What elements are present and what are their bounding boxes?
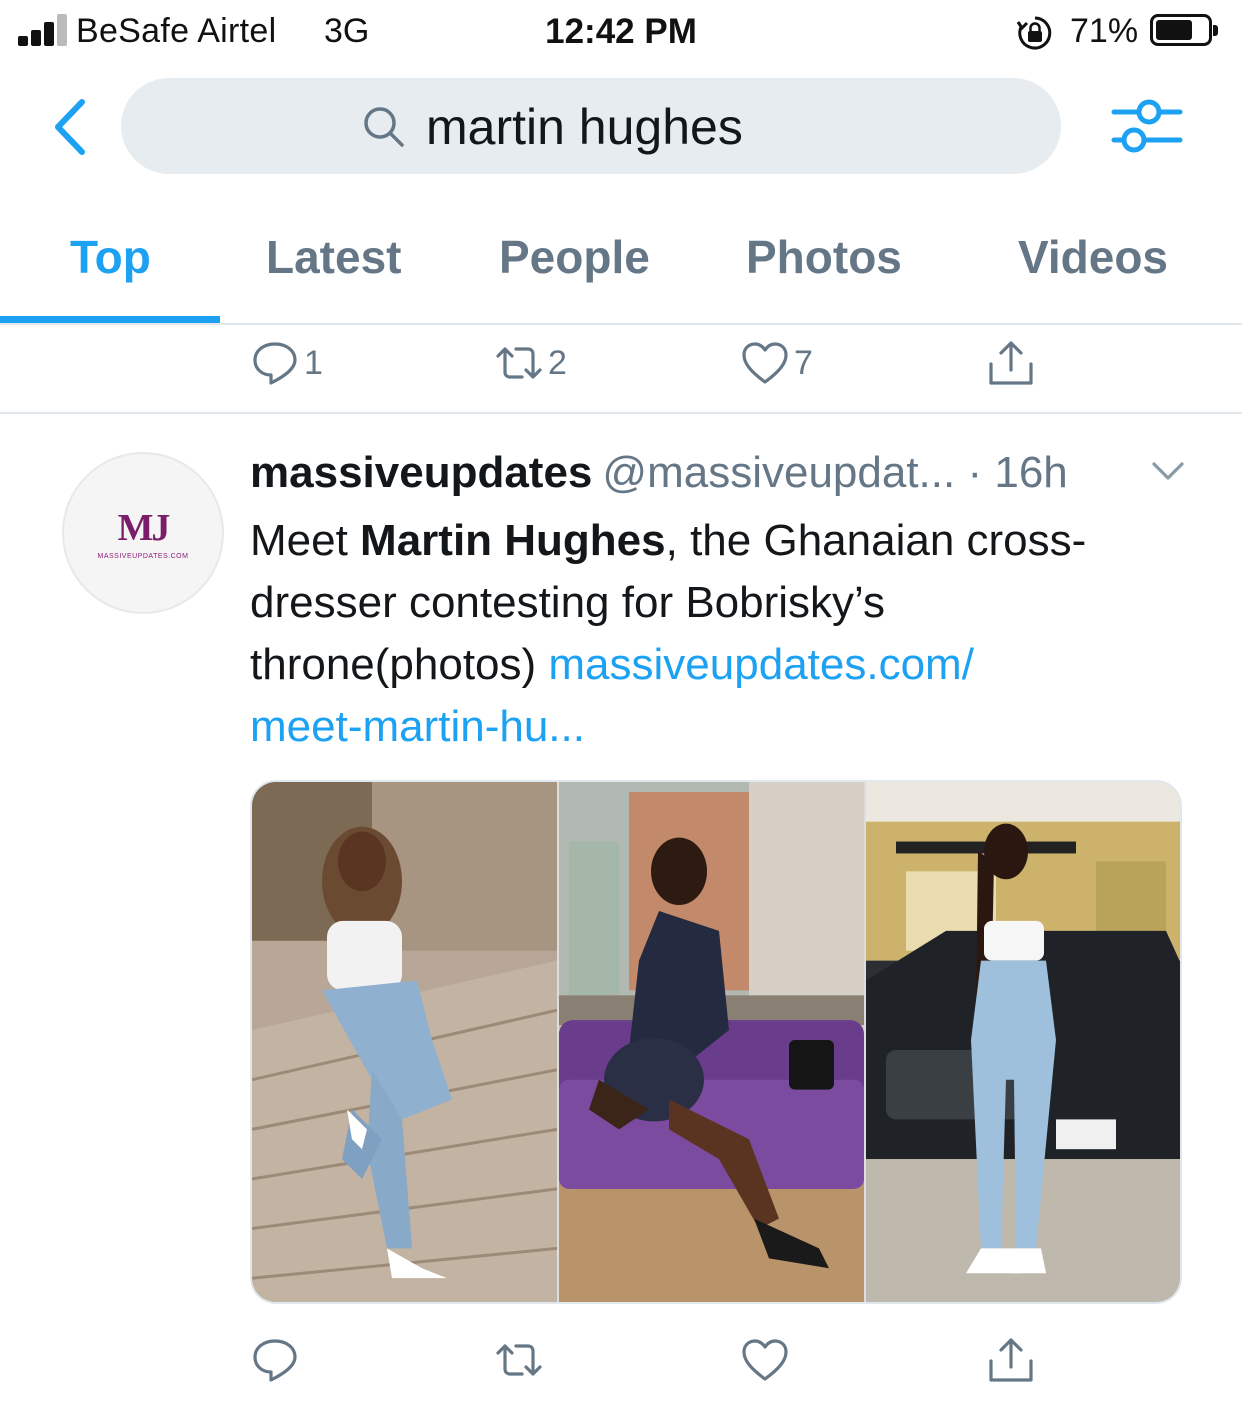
share-button[interactable] [986,1330,1036,1390]
search-input[interactable] [426,98,986,156]
tweet-header: massiveupdates @massiveupdat... · 16h [250,448,1068,498]
battery-percent: 71% [1070,12,1139,50]
tab-top[interactable]: Top [70,230,151,284]
reply-count: 1 [304,343,323,382]
user-handle[interactable]: @massiveupdat... [602,448,955,497]
display-name[interactable]: massiveupdates [250,448,592,497]
tweet-photo-1[interactable] [252,782,557,1302]
reply-button[interactable] [250,1330,300,1390]
retweet-icon [496,1344,542,1376]
tweet-media-grid [250,780,1182,1304]
search-icon [364,107,404,147]
share-icon [989,1338,1033,1382]
reply-icon [253,1339,297,1382]
battery-icon [1150,14,1218,46]
like-count: 7 [794,343,813,382]
chevron-down-icon[interactable] [1148,456,1188,486]
retweet-count: 2 [548,343,567,382]
reply-button[interactable]: 1 [250,333,323,393]
heart-icon [742,1339,788,1381]
avatar-logo: MJ [117,507,171,549]
clock: 12:42 PM [545,12,697,51]
tab-people[interactable]: People [499,230,650,284]
reply-icon [253,342,297,385]
retweet-button[interactable]: 2 [494,333,567,393]
tweet-text: Meet Martin Hughes, the Ghanaian cross-d… [250,510,1150,758]
tweet-text-bold: Martin Hughes [360,516,666,565]
share-button[interactable] [986,333,1036,393]
tab-videos[interactable]: Videos [1018,230,1168,284]
avatar-subtext: MASSIVEUPDATES.COM [97,553,189,560]
tweet-text-start: Meet [250,516,361,565]
separator-dot: · [955,448,995,497]
tab-photos[interactable]: Photos [746,230,902,284]
tab-latest[interactable]: Latest [266,230,401,284]
tweet-photo-2[interactable] [559,782,864,1302]
previous-tweet-actions: 1 2 7 [0,333,1242,413]
rotation-lock-icon [1016,16,1052,50]
tweet-actions [0,1330,1242,1410]
tweet-link-part2: meet-martin-hu... [250,702,585,751]
retweet-button[interactable] [494,1330,544,1390]
heart-icon [742,342,788,384]
avatar[interactable]: MJ MASSIVEUPDATES.COM [62,452,224,614]
tweet-photo-3[interactable] [866,782,1180,1302]
retweet-icon [496,347,542,379]
tweet-timestamp[interactable]: 16h [994,448,1067,497]
filter-settings-icon[interactable] [1108,94,1188,160]
tweet-divider [0,412,1242,414]
like-button[interactable] [740,1330,790,1390]
status-bar: BeSafe Airtel 3G 12:42 PM 71% [0,0,1242,66]
search-tabs: Top Latest People Photos Videos [0,200,1242,325]
like-button[interactable]: 7 [740,333,813,393]
tweet-link-part1: massiveupdates.com/ [548,640,974,689]
back-chevron-icon[interactable] [46,96,96,158]
share-icon [989,341,1033,385]
active-tab-indicator [0,316,220,323]
battery-fill [1156,20,1192,40]
